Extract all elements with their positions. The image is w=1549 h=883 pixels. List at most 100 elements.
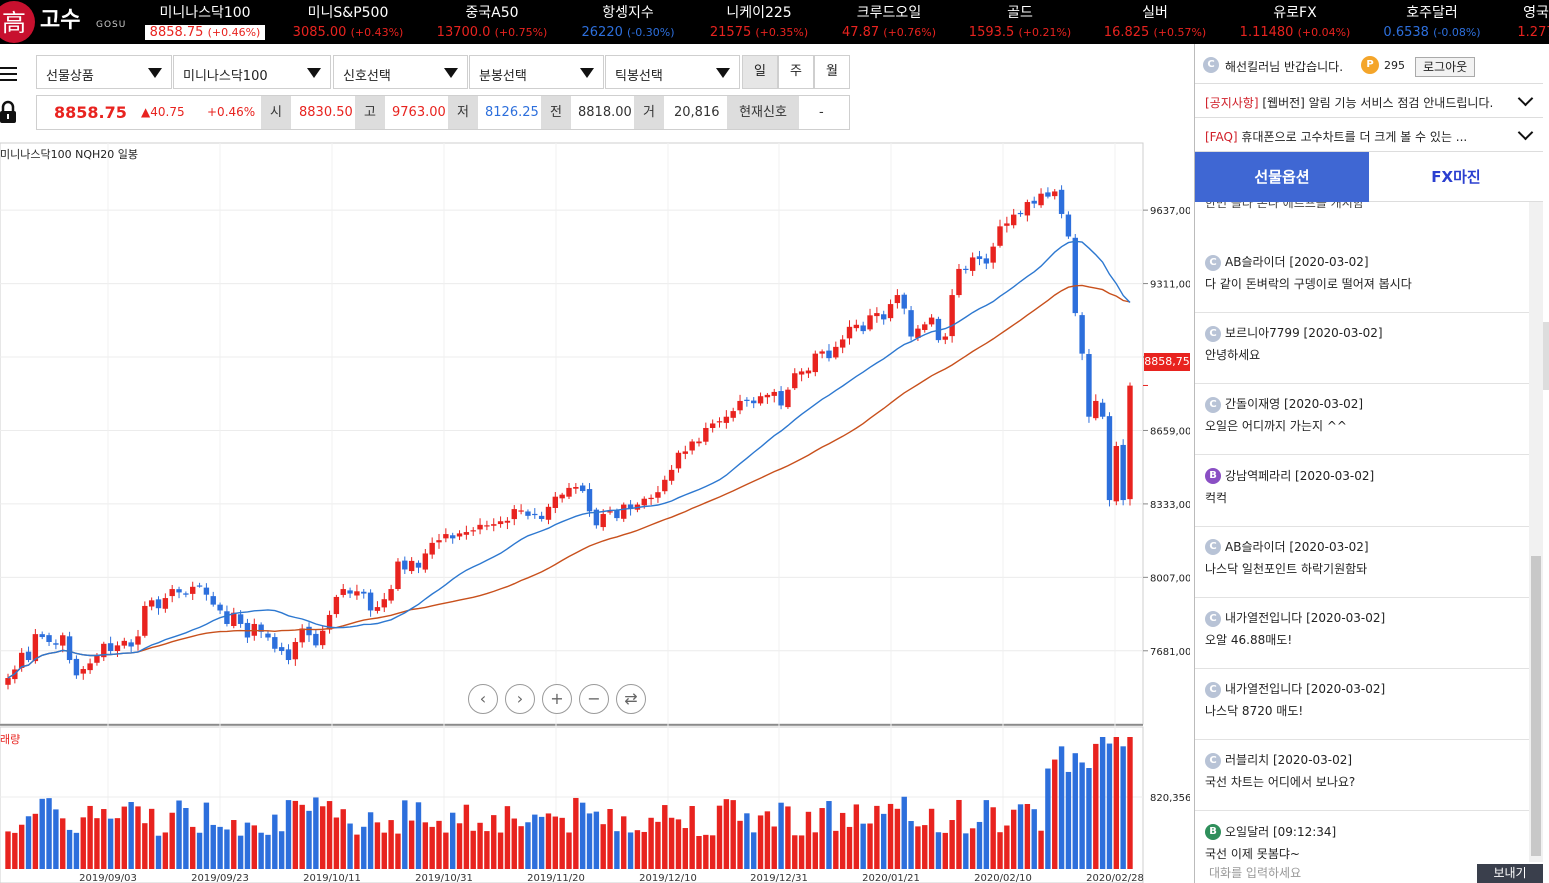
ticker-name: 호주달러 [1406,5,1458,21]
volume-bar [1106,743,1113,869]
scroll-right-icon[interactable]: › [505,684,535,714]
volume-bar [778,802,784,869]
candle [894,295,901,304]
candle [210,596,216,605]
chat-author: B 오일달러 [09:12:34] [1205,823,1336,841]
price-chart[interactable]: 7681,008007,008333,008659,008985,009311,… [0,140,1190,883]
ticker-price: 26220 [581,25,623,40]
low-value: 8126.25 [485,105,539,120]
chat-text: 나스닥 일천포인트 하락기원함돠 [1205,561,1368,576]
ticker-item[interactable]: 실버 16.825 (+0.57%) [1095,0,1215,44]
zoom-out-icon[interactable]: − [579,684,609,714]
ticker-item[interactable]: 영국 1.277 [1476,0,1549,44]
period-day-button[interactable]: 일 [742,55,778,89]
top-ticker-bar: 高 고수 GOSU 미니나스닥100 8858.75 (+0.46%) 미니S&P5… [0,0,1549,44]
volume-bar [1058,746,1065,869]
chat-author: C 내가열전입니다 [2020-03-02] [1205,680,1385,698]
candle [812,353,818,373]
chat-author-name: AB슬라이더 [2020-03-02] [1225,255,1369,269]
candle [148,600,155,607]
chevron-down-icon[interactable] [1517,90,1534,107]
chat-author: B 강남역페라리 [2020-03-02] [1205,467,1374,485]
ticker-item[interactable]: 니케이225 21575 (+0.35%) [699,0,819,44]
volume-bar [846,826,853,869]
ticker-item[interactable]: 미니S&P500 3085.00 (+0.43%) [288,0,408,44]
chevron-down-icon[interactable] [1517,124,1534,141]
candle [621,504,627,519]
volume-bar [908,821,914,869]
volume-bar [470,830,476,869]
candle [497,521,504,525]
volume-bar [573,797,579,869]
chat-input[interactable]: 대화를 입력하세요 [1195,864,1485,883]
signal-select[interactable]: 신호선택 [333,55,468,89]
period-week-button[interactable]: 주 [778,55,814,89]
volume-bar [53,809,59,869]
candle [969,257,976,271]
scroll-left-icon[interactable]: ‹ [468,684,498,714]
zoom-in-icon[interactable]: + [542,684,572,714]
volume-bar [39,798,45,869]
product-select[interactable]: 선물상품 [36,55,172,89]
volume-bar [1045,768,1051,869]
volume-bar [607,809,613,869]
ticker-price: 1.11480 [1239,25,1294,40]
prev-value: 8818.00 [578,105,632,120]
signal-label: 현재신호 [727,96,799,129]
ticker-change: (-0.30%) [627,26,675,39]
ticker-item[interactable]: 중국A50 13700.0 (+0.75%) [432,0,552,44]
dropdown-arrow-icon [307,68,321,78]
volume-bar [87,805,93,869]
logout-button[interactable]: 로그아웃 [1415,57,1476,77]
price-change-pct: +0.46% [207,105,256,119]
ticker-price: 1593.5 [968,25,1015,40]
tick-select[interactable]: 틱봉선택 [605,55,740,89]
user-grade-icon: B [1205,468,1221,485]
candle [408,560,415,572]
candle [237,614,244,624]
candle [662,479,668,492]
volume-bar [272,814,278,869]
volume-label: 거 [634,96,664,129]
chart-frame [0,142,1144,725]
chat-scroll-thumb[interactable] [1531,556,1541,856]
send-button[interactable]: 보내기 [1477,864,1543,883]
user-grade-icon: B [1205,824,1221,841]
tab-futures-options[interactable]: 선물옵션 [1195,152,1369,202]
ticker-item[interactable]: 유로FX 1.11480 (+0.04%) [1235,0,1355,44]
period-month-button[interactable]: 월 [814,55,850,89]
ticker-item[interactable]: 미니나스닥100 8858.75 (+0.46%) [145,0,265,44]
candle [853,324,860,329]
volume-bar [449,812,456,869]
reset-icon[interactable]: ⇄ [616,684,646,714]
volume-bar [997,832,1003,869]
ticker-item[interactable]: 항셍지수 26220 (-0.30%) [568,0,688,44]
lock-icon[interactable] [0,100,16,124]
ticker-item[interactable]: 골드 1593.5 (+0.21%) [960,0,1080,44]
faq-row[interactable]: [FAQ] 휴대폰으로 고수차트를 더 크게 볼 수 있는 ... [1195,118,1543,152]
volume-bar [101,809,107,869]
volume-bar [655,821,661,869]
volume-bar [839,812,846,869]
ticker-name: 니케이225 [726,5,792,21]
side-scroll-edge[interactable] [1543,322,1549,390]
volume-bar [12,832,18,869]
volume-bar [785,806,791,869]
ticker-item[interactable]: 호주달러 0.6538 (-0.08%) [1372,0,1492,44]
chat-message: C AB슬라이더 [2020-03-02] 나스닥 일천포인트 하락기원함돠 [1195,527,1529,598]
symbol-select[interactable]: 미니나스닥100 [173,55,331,89]
brand-name[interactable]: 고수 [40,2,80,34]
tab-fx-margin[interactable]: FX마진 [1369,152,1543,202]
notice-row[interactable]: [공지사항] [웹버전] 알림 기능 서비스 점검 안내드립니다. [1195,84,1543,118]
minute-select[interactable]: 분봉선택 [469,55,604,89]
chat-text: 국선 이제 못봄댜~ [1205,846,1300,861]
ticker-item[interactable]: 크루드오일 47.87 (+0.76%) [829,0,949,44]
candle [1072,237,1078,314]
volume-bar [1072,753,1078,869]
selector-toolbar: 선물상품 미니나스닥100 신호선택 분봉선택 틱봉선택 일 주 월 [0,53,1190,90]
ticker-value: 26220 (-0.30%) [568,25,688,40]
volume-bar [32,813,39,869]
hamburger-menu-icon[interactable] [0,55,24,89]
high-value: 9763.00 [392,105,446,120]
volume-bar [244,822,251,869]
